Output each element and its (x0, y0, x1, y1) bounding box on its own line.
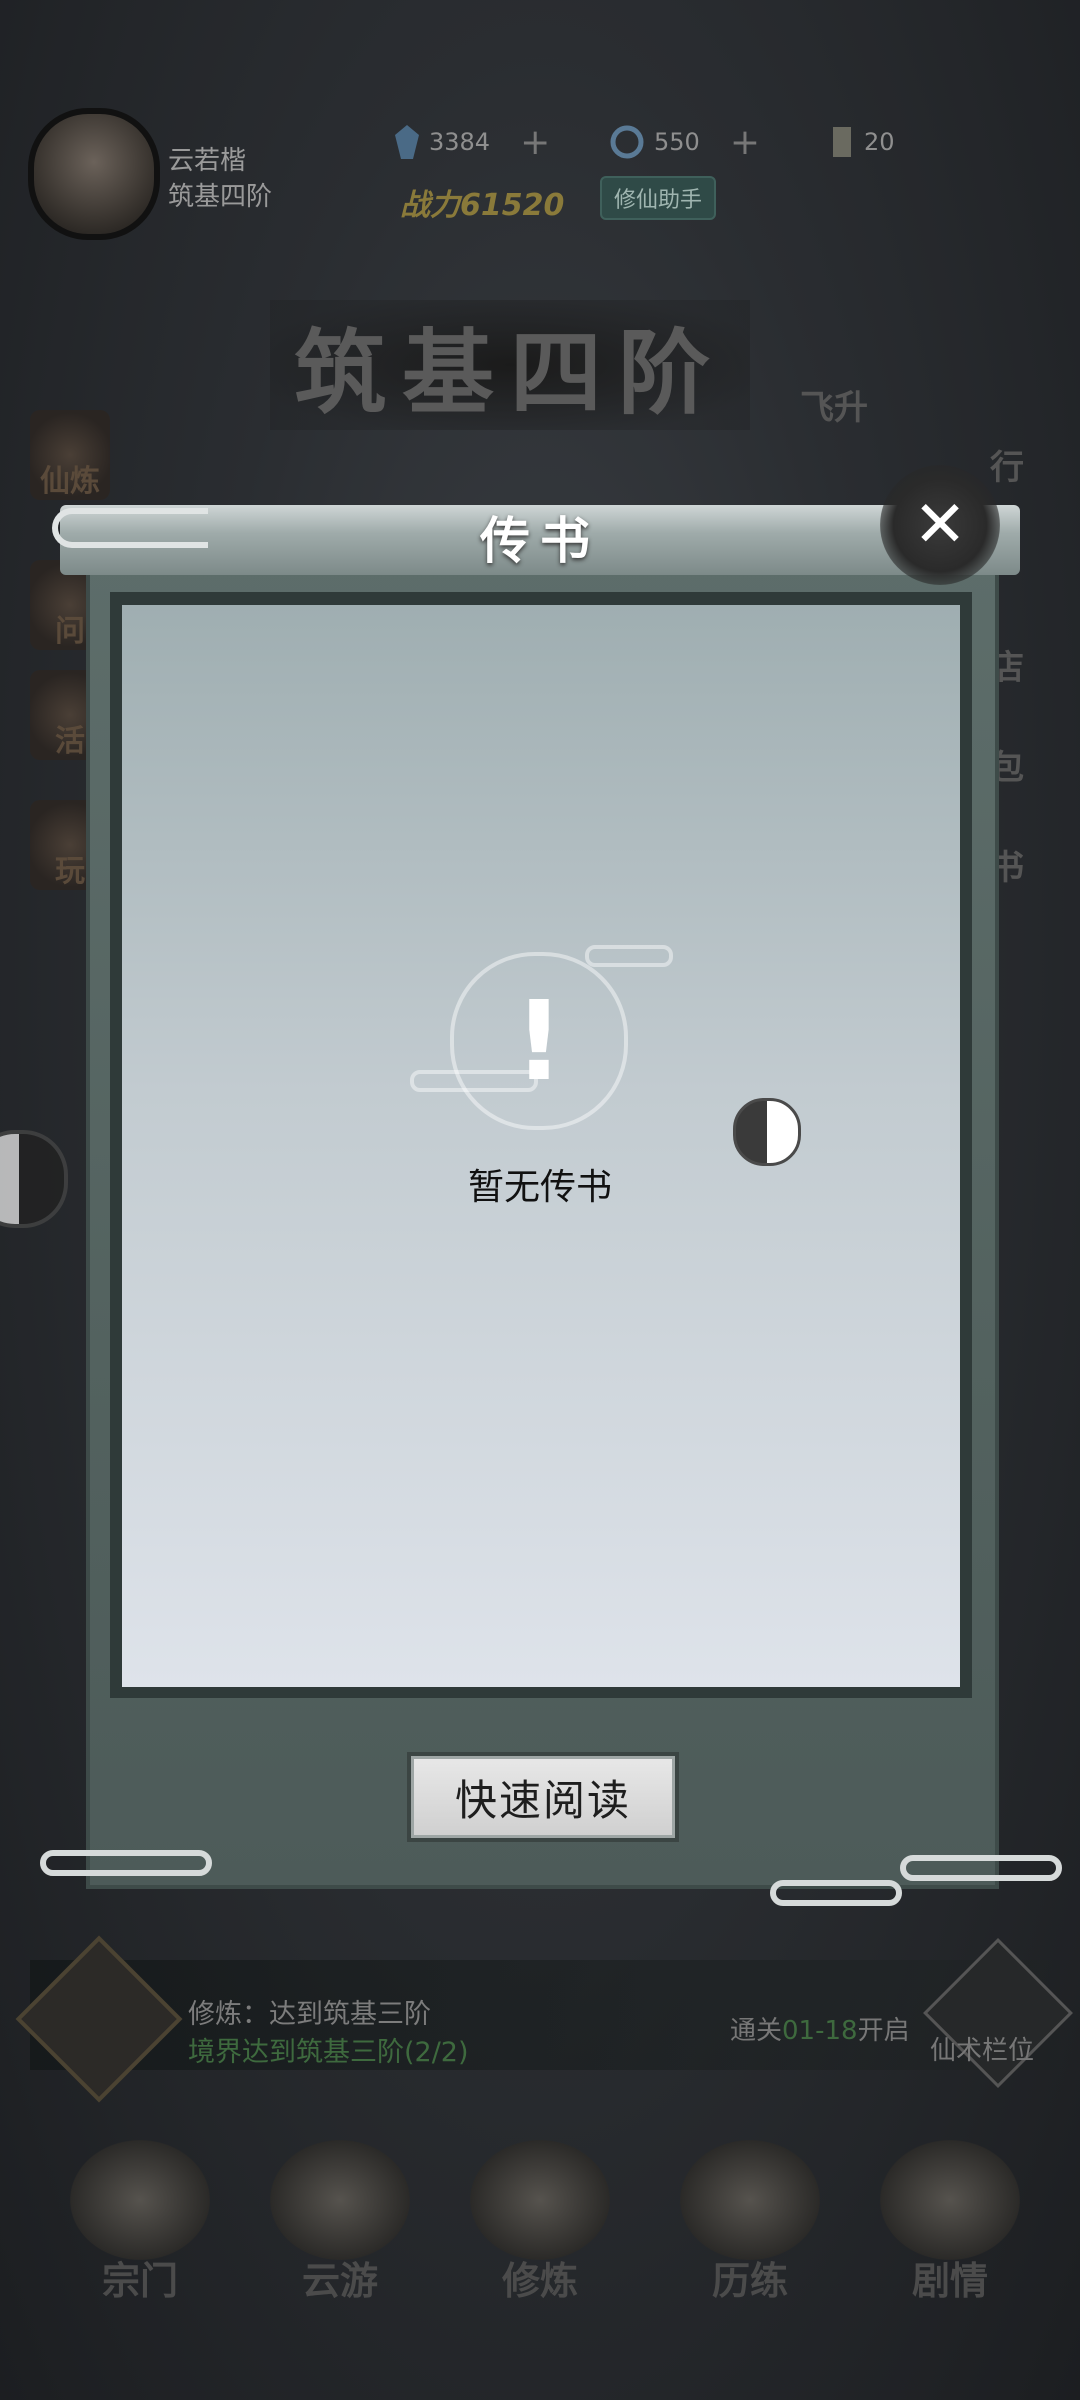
side-label-right-2[interactable]: 店 (990, 640, 1024, 689)
quest-progress: 境界达到筑基三阶(2/2) (188, 2037, 469, 2068)
spirit-orb-icon (610, 125, 644, 159)
cloud-ornament-icon (40, 1850, 212, 1876)
cloud-ornament-icon (770, 1880, 902, 1906)
gourd-icon (470, 2140, 610, 2260)
nav-sect[interactable]: 宗门 (50, 2120, 230, 2320)
player-avatar[interactable] (28, 108, 160, 240)
side-label-right-4[interactable]: 书 (990, 840, 1024, 889)
nav-story[interactable]: 剧情 (860, 2120, 1040, 2320)
side-label-right-1[interactable]: 行 (990, 440, 1024, 489)
combat-power: 战力61520 (400, 188, 565, 223)
yin-yang-icon[interactable] (733, 1098, 801, 1166)
spell-slot-label: 仙术栏位 (930, 2036, 1035, 2066)
player-rank: 筑基四阶 (168, 182, 273, 212)
player-name: 云若楷 (168, 146, 247, 176)
resource-spirit-stone: 3384 + (395, 122, 550, 163)
empty-state-icon: ! (450, 952, 628, 1130)
scroll-bundle-icon (680, 2140, 820, 2260)
bottom-nav: 宗门 云游 修炼 历练 剧情 (0, 2120, 1080, 2400)
side-label-right-3[interactable]: 包 (990, 740, 1024, 789)
player-header: 云若楷 筑基四阶 3384 + 550 + 20 战力61520 修仙助手 (0, 100, 1080, 240)
exclamation-icon: ! (513, 977, 565, 1105)
quick-read-button[interactable]: 快速阅读 (407, 1752, 679, 1842)
nav-cultivate[interactable]: 修炼 (450, 2120, 630, 2320)
scroll-icon (833, 127, 851, 157)
quest-title: 修炼：达到筑基三阶 (188, 1999, 431, 2030)
nav-wander[interactable]: 云游 (250, 2120, 430, 2320)
resource-scroll: 20 (830, 122, 895, 162)
realm-title: 筑基四阶 (270, 300, 750, 430)
resource-spirit-orb: 550 + (610, 122, 760, 163)
dialog-title: 传书 (480, 511, 600, 570)
story-scroll-icon (880, 2140, 1020, 2260)
ascend-label[interactable]: 飞升 (800, 380, 868, 429)
sect-icon (70, 2140, 210, 2260)
spirit-stone-icon (395, 125, 419, 159)
yin-yang-left-icon[interactable] (0, 1130, 68, 1228)
close-icon: ✕ (913, 488, 967, 562)
cloud-swirl-icon (585, 945, 673, 967)
cultivation-helper-button[interactable]: 修仙助手 (600, 176, 717, 220)
close-button[interactable]: ✕ (880, 465, 1000, 585)
letters-list[interactable] (122, 605, 960, 1687)
add-spirit-orb-button[interactable]: + (730, 122, 760, 163)
cloud-ornament-icon (900, 1855, 1062, 1881)
cloud-ornament-icon (52, 508, 208, 548)
empty-state-text: 暂无传书 (467, 1167, 612, 1208)
unlock-condition: 通关01-18开启 (730, 2016, 910, 2046)
mountain-icon (270, 2140, 410, 2260)
add-spirit-stone-button[interactable]: + (520, 122, 550, 163)
side-icon-left-1[interactable]: 仙炼 (30, 410, 110, 500)
nav-trial[interactable]: 历练 (660, 2120, 840, 2320)
